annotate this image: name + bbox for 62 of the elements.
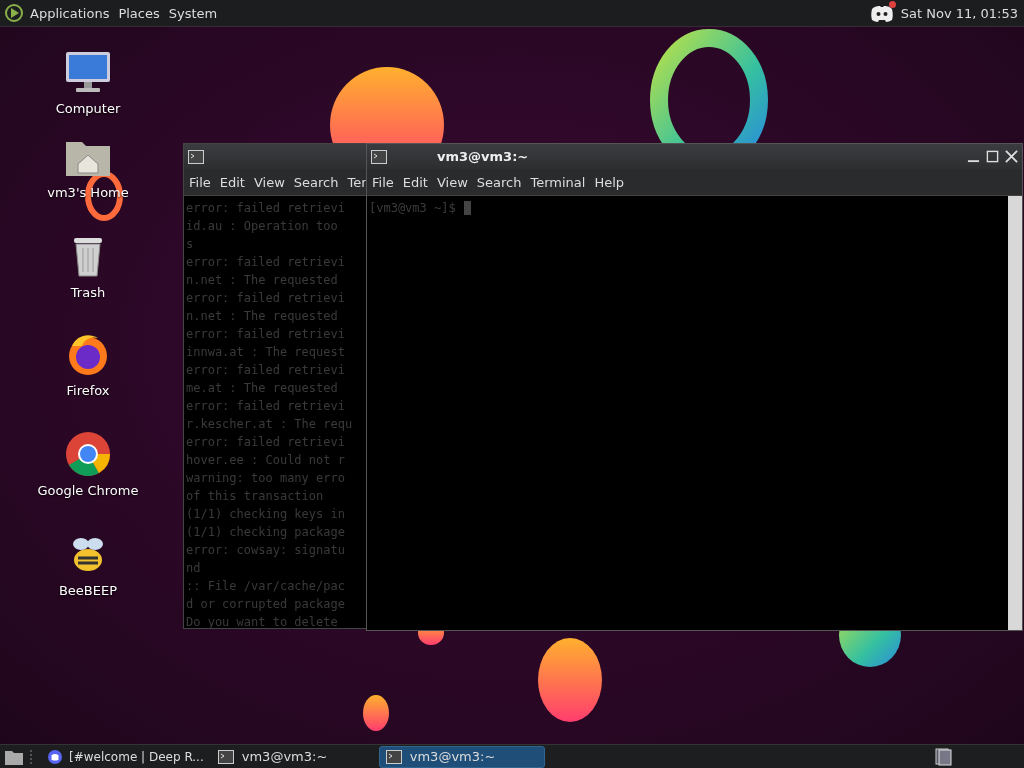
- menu-item[interactable]: View: [253, 174, 285, 190]
- terminal-line: warning: too many erro: [186, 470, 345, 487]
- terminal-line: Do you want to delete: [186, 614, 338, 628]
- menu-logo-icon[interactable]: [4, 3, 24, 23]
- desktop-icon-label[interactable]: Firefox: [66, 383, 110, 398]
- panel-menu[interactable]: Applications: [30, 5, 110, 21]
- clock[interactable]: Sat Nov 11, 01:53: [900, 5, 1018, 21]
- taskbar-button[interactable]: vm3@vm3:~: [210, 745, 377, 768]
- taskbar-button[interactable]: [#welcome | Deep R...: [42, 745, 209, 768]
- menu-item[interactable]: Help: [594, 174, 625, 190]
- menu-item[interactable]: Search: [293, 174, 339, 190]
- panel-menu[interactable]: Places: [118, 5, 160, 21]
- menu-item[interactable]: File: [189, 174, 211, 190]
- menu-item[interactable]: Ter: [347, 174, 366, 190]
- terminal-line: error: failed retrievi: [186, 434, 345, 451]
- taskbar-button[interactable]: vm3@vm3:~: [378, 745, 545, 768]
- menu-item[interactable]: View: [436, 174, 468, 190]
- terminal-line: innwa.at : The request: [186, 344, 345, 361]
- terminal-line: error: failed retrievi: [186, 398, 345, 415]
- desktop-icon-label[interactable]: BeeBEEP: [58, 583, 118, 598]
- desktop-icon-label[interactable]: Google Chrome: [37, 483, 139, 498]
- scrollbar[interactable]: [1008, 196, 1022, 630]
- terminal-line: s: [186, 236, 194, 253]
- terminal-line: of this transaction: [186, 488, 324, 505]
- menu-item[interactable]: Terminal: [530, 174, 586, 190]
- workspace-icon[interactable]: [934, 747, 954, 766]
- terminal-line: d or corrupted package: [186, 596, 345, 613]
- text-cursor: [463, 201, 471, 215]
- terminal-line: hover.ee : Could not r: [186, 452, 345, 469]
- terminal-line: :: File /var/cache/pac: [186, 578, 345, 595]
- discord-tray-icon[interactable]: [868, 3, 895, 23]
- menu-item[interactable]: Edit: [402, 174, 428, 190]
- maximize-icon[interactable]: [986, 150, 999, 163]
- terminal-line: n.net : The requested: [186, 272, 338, 289]
- terminal-line: error: cowsay: signatu: [186, 542, 345, 559]
- desktop-icon-label[interactable]: Computer: [55, 101, 121, 116]
- discord-icon: [47, 749, 63, 764]
- terminal-line: n.net : The requested: [186, 308, 338, 325]
- window-title: vm3@vm3:~: [436, 149, 529, 164]
- terminal-line: error: failed retrievi: [186, 326, 345, 343]
- chrome-icon[interactable]: [64, 430, 112, 478]
- terminal-icon: [371, 149, 387, 164]
- terminal-icon: [385, 749, 402, 764]
- menu-item[interactable]: Search: [476, 174, 522, 190]
- panel-menu[interactable]: System: [168, 5, 218, 21]
- terminal-line: error: failed retrievi: [186, 200, 345, 217]
- terminal-icon: [188, 149, 204, 164]
- terminal-line: (1/1) checking keys in: [186, 506, 345, 523]
- menu-item[interactable]: Edit: [219, 174, 245, 190]
- desktop-icon-label[interactable]: Trash: [70, 285, 106, 300]
- terminal-line: error: failed retrievi: [186, 290, 345, 307]
- menu-item[interactable]: File: [372, 174, 394, 190]
- terminal-line: error: failed retrievi: [186, 254, 345, 271]
- terminal-line: error: failed retrievi: [186, 362, 345, 379]
- terminal-line: (1/1) checking package: [186, 524, 345, 541]
- terminal-line: me.at : The requested: [186, 380, 338, 397]
- terminal-prompt: [vm3@vm3 ~]$: [369, 200, 456, 217]
- terminal-line: nd: [186, 560, 201, 577]
- close-icon[interactable]: [1005, 150, 1018, 163]
- terminal-line: id.au : Operation too: [186, 218, 338, 235]
- terminal-icon: [217, 749, 234, 764]
- terminal-line: r.kescher.at : The requ: [186, 416, 353, 433]
